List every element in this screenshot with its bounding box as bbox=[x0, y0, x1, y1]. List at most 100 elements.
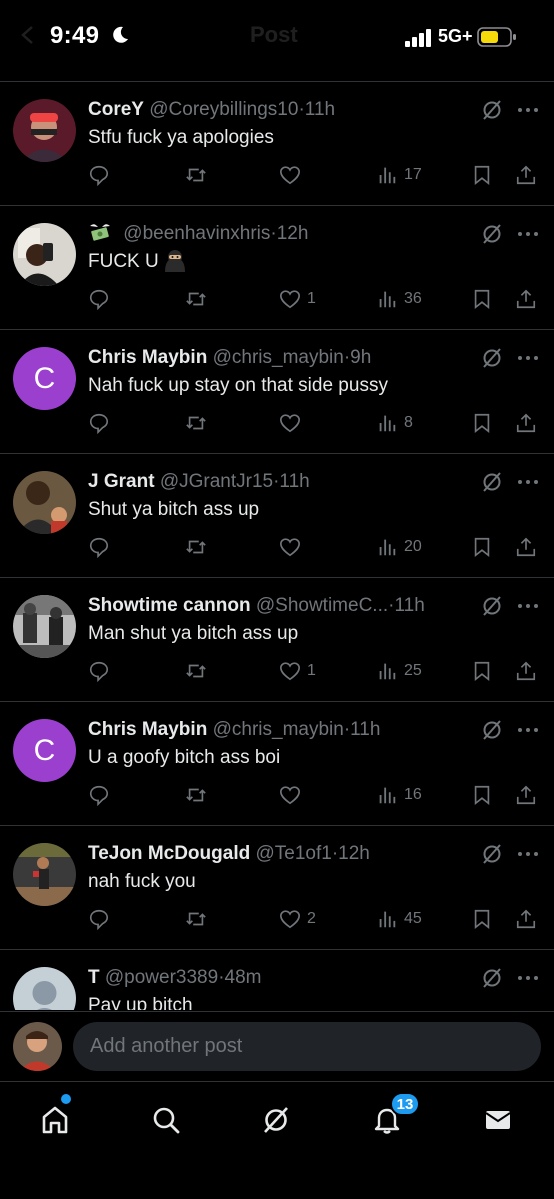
grok-icon[interactable] bbox=[480, 98, 504, 122]
like-button[interactable]: 2 bbox=[279, 906, 316, 932]
handle[interactable]: @chris_maybin bbox=[213, 347, 344, 368]
post[interactable]: J Grant @JGrantJr15·11h Shut ya bitch as… bbox=[0, 454, 554, 578]
grok-icon[interactable] bbox=[480, 222, 504, 246]
like-button[interactable] bbox=[279, 782, 307, 808]
post[interactable]: C Chris Maybin @chris_maybin·11h U a goo… bbox=[0, 702, 554, 826]
share-button[interactable] bbox=[515, 906, 537, 932]
reply-button[interactable] bbox=[88, 162, 110, 188]
bookmark-button[interactable] bbox=[471, 534, 493, 560]
handle[interactable]: @chris_maybin bbox=[213, 719, 344, 740]
display-name[interactable]: J Grant bbox=[88, 471, 155, 492]
reply-feed[interactable]: CoreY @Coreybillings10·11h Stfu fuck ya … bbox=[0, 82, 554, 1010]
grok-icon[interactable] bbox=[480, 594, 504, 618]
reply-input[interactable] bbox=[73, 1022, 541, 1071]
avatar[interactable] bbox=[13, 967, 76, 1010]
more-options-icon[interactable] bbox=[517, 966, 539, 990]
views-button[interactable]: 36 bbox=[376, 286, 422, 312]
more-options-icon[interactable] bbox=[517, 222, 539, 246]
more-options-icon[interactable] bbox=[517, 594, 539, 618]
post[interactable]: C Chris Maybin @chris_maybin·9h Nah fuck… bbox=[0, 330, 554, 454]
repost-icon bbox=[186, 912, 206, 926]
display-name[interactable]: TeJon McDougald bbox=[88, 843, 250, 864]
share-button[interactable] bbox=[515, 658, 537, 684]
like-button[interactable] bbox=[279, 534, 307, 560]
bookmark-button[interactable] bbox=[471, 162, 493, 188]
views-button[interactable]: 20 bbox=[376, 534, 422, 560]
repost-button[interactable] bbox=[185, 658, 207, 684]
like-button[interactable]: 1 bbox=[279, 286, 316, 312]
bookmark-button[interactable] bbox=[471, 286, 493, 312]
more-options-icon[interactable] bbox=[517, 842, 539, 866]
handle[interactable]: @power3389 bbox=[105, 967, 218, 988]
handle[interactable]: @Te1of1 bbox=[256, 843, 332, 864]
like-button[interactable] bbox=[279, 162, 307, 188]
grok-icon[interactable] bbox=[480, 346, 504, 370]
avatar[interactable] bbox=[13, 99, 76, 162]
handle[interactable]: @Coreybillings10 bbox=[149, 99, 298, 120]
post[interactable]: TeJon McDougald @Te1of1·12h nah fuck you… bbox=[0, 826, 554, 950]
tab-search[interactable] bbox=[146, 1100, 186, 1140]
more-options-icon[interactable] bbox=[517, 470, 539, 494]
repost-button[interactable] bbox=[185, 162, 207, 188]
my-avatar[interactable] bbox=[13, 1022, 62, 1071]
like-button[interactable]: 1 bbox=[279, 658, 316, 684]
display-name[interactable]: Chris Maybin bbox=[88, 719, 207, 740]
bookmark-button[interactable] bbox=[471, 410, 493, 436]
display-name[interactable]: Showtime cannon bbox=[88, 595, 251, 616]
share-button[interactable] bbox=[515, 782, 537, 808]
reply-button[interactable] bbox=[88, 782, 110, 808]
share-button[interactable] bbox=[515, 286, 537, 312]
reply-button[interactable] bbox=[88, 534, 110, 560]
post[interactable]: CoreY @Coreybillings10·11h Stfu fuck ya … bbox=[0, 82, 554, 206]
repost-button[interactable] bbox=[185, 534, 207, 560]
share-button[interactable] bbox=[515, 410, 537, 436]
handle[interactable]: @beenhavinxhris bbox=[123, 223, 270, 244]
avatar[interactable]: C bbox=[13, 347, 76, 410]
reply-button[interactable] bbox=[88, 410, 110, 436]
views-button[interactable]: 45 bbox=[376, 906, 422, 932]
more-options-icon[interactable] bbox=[517, 346, 539, 370]
like-button[interactable] bbox=[279, 410, 307, 436]
grok-icon[interactable] bbox=[480, 718, 504, 742]
share-button[interactable] bbox=[515, 534, 537, 560]
avatar[interactable]: C bbox=[13, 719, 76, 782]
display-name[interactable]: Chris Maybin bbox=[88, 347, 207, 368]
back-arrow-icon[interactable] bbox=[18, 24, 40, 46]
reply-button[interactable] bbox=[88, 286, 110, 312]
bookmark-icon bbox=[474, 289, 490, 309]
views-button[interactable]: 25 bbox=[376, 658, 422, 684]
bookmark-button[interactable] bbox=[471, 906, 493, 932]
repost-button[interactable] bbox=[185, 782, 207, 808]
avatar[interactable] bbox=[13, 843, 76, 906]
repost-button[interactable] bbox=[185, 286, 207, 312]
tab-grok[interactable] bbox=[256, 1100, 296, 1140]
display-name[interactable]: CoreY bbox=[88, 99, 144, 120]
grok-icon[interactable] bbox=[480, 842, 504, 866]
handle[interactable]: @JGrantJr15 bbox=[160, 471, 273, 492]
repost-button[interactable] bbox=[185, 906, 207, 932]
post[interactable]: Showtime cannon @ShowtimeC...·11h Man sh… bbox=[0, 578, 554, 702]
post[interactable]: T @power3389·48m Pay up bitch bbox=[0, 950, 554, 1010]
reply-icon bbox=[89, 661, 109, 682]
views-button[interactable]: 17 bbox=[376, 162, 422, 188]
more-options-icon[interactable] bbox=[517, 718, 539, 742]
views-button[interactable]: 16 bbox=[376, 782, 422, 808]
repost-button[interactable] bbox=[185, 410, 207, 436]
tab-home[interactable] bbox=[35, 1100, 75, 1140]
views-button[interactable]: 8 bbox=[376, 410, 413, 436]
bookmark-button[interactable] bbox=[471, 782, 493, 808]
grok-icon[interactable] bbox=[480, 470, 504, 494]
avatar[interactable] bbox=[13, 223, 76, 286]
handle[interactable]: @ShowtimeC... bbox=[256, 595, 388, 616]
avatar[interactable] bbox=[13, 471, 76, 534]
reply-button[interactable] bbox=[88, 658, 110, 684]
avatar[interactable] bbox=[13, 595, 76, 658]
grok-icon[interactable] bbox=[480, 966, 504, 990]
bookmark-button[interactable] bbox=[471, 658, 493, 684]
tab-messages[interactable] bbox=[478, 1100, 518, 1140]
reply-button[interactable] bbox=[88, 906, 110, 932]
share-button[interactable] bbox=[515, 162, 537, 188]
post[interactable]: @beenhavinxhris·12h FUCK U 1 36 bbox=[0, 206, 554, 330]
more-options-icon[interactable] bbox=[517, 98, 539, 122]
display-name[interactable]: T bbox=[88, 967, 100, 988]
